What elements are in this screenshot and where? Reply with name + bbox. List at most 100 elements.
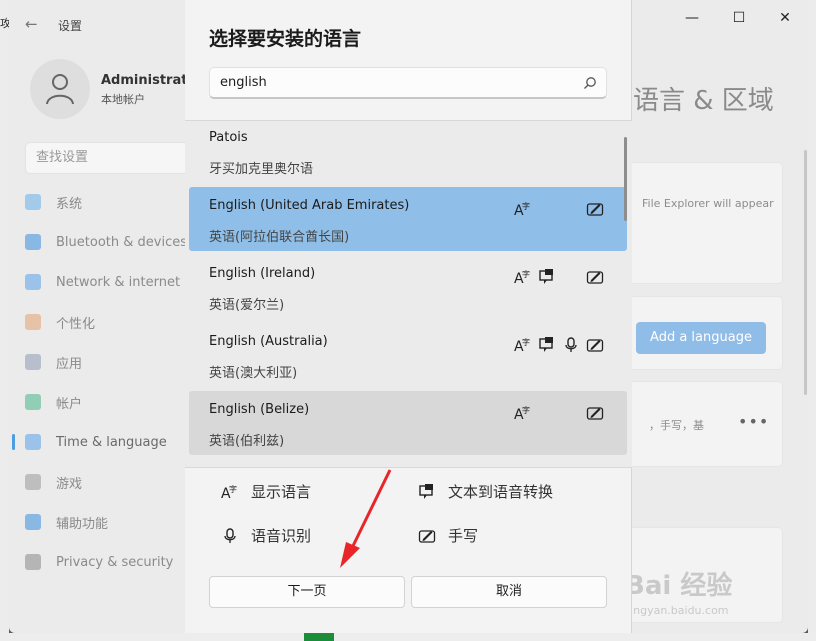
language-features-text: ，手写，基 (649, 419, 704, 432)
text-to-speech-icon (538, 336, 556, 354)
sidebar-item-globe-clock[interactable]: Time & language (9, 422, 209, 462)
sidebar-item-bluetooth[interactable]: Bluetooth & devices (9, 222, 209, 262)
sidebar-item-label: 系统 (56, 196, 83, 212)
monitor-icon (25, 194, 41, 210)
language-list-item[interactable]: English (Belize) 英语(伯利兹) A 字 (189, 391, 627, 455)
maximize-button[interactable]: ☐ (719, 8, 759, 28)
language-native-name: 牙买加克里奥尔语 (209, 162, 314, 177)
handwriting-icon (586, 200, 604, 218)
avatar[interactable] (30, 59, 90, 119)
sidebar-item-label: 应用 (56, 356, 83, 372)
svg-text:字: 字 (522, 337, 530, 347)
language-native-name: 英语(爱尔兰) (209, 298, 285, 313)
language-search-input[interactable] (210, 68, 570, 97)
svg-text:字: 字 (522, 405, 530, 415)
language-list-item[interactable]: English (Australia) 英语(澳大利亚) A 字 (189, 323, 627, 387)
brush-icon (25, 314, 41, 330)
sidebar-item-label: Privacy & security (56, 554, 174, 570)
handwriting-icon (586, 268, 604, 286)
handwriting-icon (586, 336, 604, 354)
sidebar-item-label: 个性化 (56, 316, 96, 332)
accessibility-icon (25, 514, 41, 530)
wifi-icon (25, 274, 41, 290)
legend-speech-label: 语音识别 (251, 527, 312, 545)
language-native-name: 英语(伯利兹) (209, 434, 285, 449)
sidebar-item-label: 游戏 (56, 476, 83, 492)
handwriting-icon (586, 404, 604, 422)
language-native-name: 英语(阿拉伯联合酋长国) (209, 230, 350, 245)
legend-display-language-label: 显示语言 (251, 483, 312, 501)
app-title: 设置 (58, 19, 83, 33)
settings-search-input[interactable] (26, 143, 204, 172)
text-to-speech-icon (419, 483, 433, 499)
background-window-edge-right (808, 0, 816, 641)
sidebar-item-apps[interactable]: 应用 (9, 342, 209, 382)
sidebar-item-monitor[interactable]: 系统 (9, 182, 209, 222)
language-list-item[interactable]: Patois 牙买加克里奥尔语 (189, 121, 627, 183)
language-list-item[interactable]: English (United Arab Emirates) 英语(阿拉伯联合酋长… (189, 187, 627, 251)
sidebar-item-shield[interactable]: Privacy & security (9, 542, 209, 582)
list-scrollbar[interactable] (624, 137, 627, 221)
back-arrow-icon[interactable]: ← (25, 16, 41, 32)
minimize-button[interactable]: — (672, 8, 712, 28)
background-window-edge: 攻 (0, 0, 11, 641)
sidebar-item-accessibility[interactable]: 辅助功能 (9, 502, 209, 542)
handwriting-icon (418, 529, 436, 543)
language-name: English (Belize) (209, 402, 310, 417)
language-search-box[interactable] (209, 67, 607, 99)
profile-account-type: 本地帐户 (101, 93, 145, 106)
svg-text:字: 字 (522, 201, 530, 211)
display-language-icon: A字 (221, 484, 237, 501)
display-language-icon: A字 (514, 336, 532, 355)
svg-text:字: 字 (522, 269, 530, 279)
language-name: English (Ireland) (209, 266, 316, 281)
scrollbar[interactable] (804, 150, 807, 395)
language-list-item[interactable]: English (Ireland) 英语(爱尔兰) A 字 (189, 255, 627, 319)
taskbar-edge (0, 633, 816, 641)
sidebar-item-label: 帐户 (56, 396, 83, 412)
sidebar-item-wifi[interactable]: Network & internet (9, 262, 209, 302)
settings-search-box[interactable] (25, 142, 205, 174)
person-icon (25, 394, 41, 410)
watermark-logo: Bai 经验 (625, 571, 733, 601)
language-name: Patois (209, 130, 248, 145)
next-button[interactable]: 下一页 (209, 576, 405, 608)
taskbar-app-indicator (304, 633, 334, 641)
add-language-button[interactable]: Add a language (636, 322, 766, 354)
legend-tts-label: 文本到语音转换 (448, 483, 554, 501)
bluetooth-icon (25, 234, 41, 250)
language-name: English (Australia) (209, 334, 328, 349)
dialog-title: 选择要安装的语言 (209, 28, 362, 50)
legend-display-language: A字 显示语言 (221, 481, 311, 502)
display-language-icon: A字 (514, 404, 532, 423)
sidebar-item-brush[interactable]: 个性化 (9, 302, 209, 342)
language-native-name: 英语(澳大利亚) (209, 366, 298, 381)
sidebar-item-gamepad[interactable]: 游戏 (9, 462, 209, 502)
close-button[interactable]: ✕ (765, 8, 805, 28)
settings-card-display-language: File Explorer will appear (627, 162, 783, 284)
display-language-icon: A字 (514, 200, 532, 219)
svg-text:字: 字 (229, 484, 237, 494)
language-list: English (Belize) 英语(伯利兹) A 字 English (Austra… (185, 120, 632, 468)
legend-handwriting: 手写 (418, 525, 478, 546)
search-icon[interactable] (583, 76, 597, 90)
card-description: File Explorer will appear (642, 197, 774, 210)
more-options-icon[interactable]: ••• (738, 412, 769, 431)
page-title: 语言 & 区域 (633, 86, 774, 116)
microphone-icon (562, 336, 580, 354)
sidebar-item-label: Time & language (56, 434, 167, 450)
legend-tts: 文本到语音转换 (418, 481, 553, 502)
sidebar-nav: 系统 Bluetooth & devices Network & internet 个… (9, 182, 209, 582)
gamepad-icon (25, 474, 41, 490)
sidebar-item-label: Bluetooth & devices (56, 234, 187, 250)
person-icon (46, 74, 74, 105)
sidebar-item-person[interactable]: 帐户 (9, 382, 209, 422)
microphone-icon (224, 527, 236, 543)
shield-icon (25, 554, 41, 570)
watermark-url: jingyan.baidu.com (627, 604, 729, 617)
text-to-speech-icon (538, 268, 556, 286)
globe-clock-icon (25, 434, 41, 450)
display-language-icon: A字 (514, 268, 532, 287)
cancel-button[interactable]: 取消 (411, 576, 607, 608)
legend-handwriting-label: 手写 (448, 527, 479, 545)
